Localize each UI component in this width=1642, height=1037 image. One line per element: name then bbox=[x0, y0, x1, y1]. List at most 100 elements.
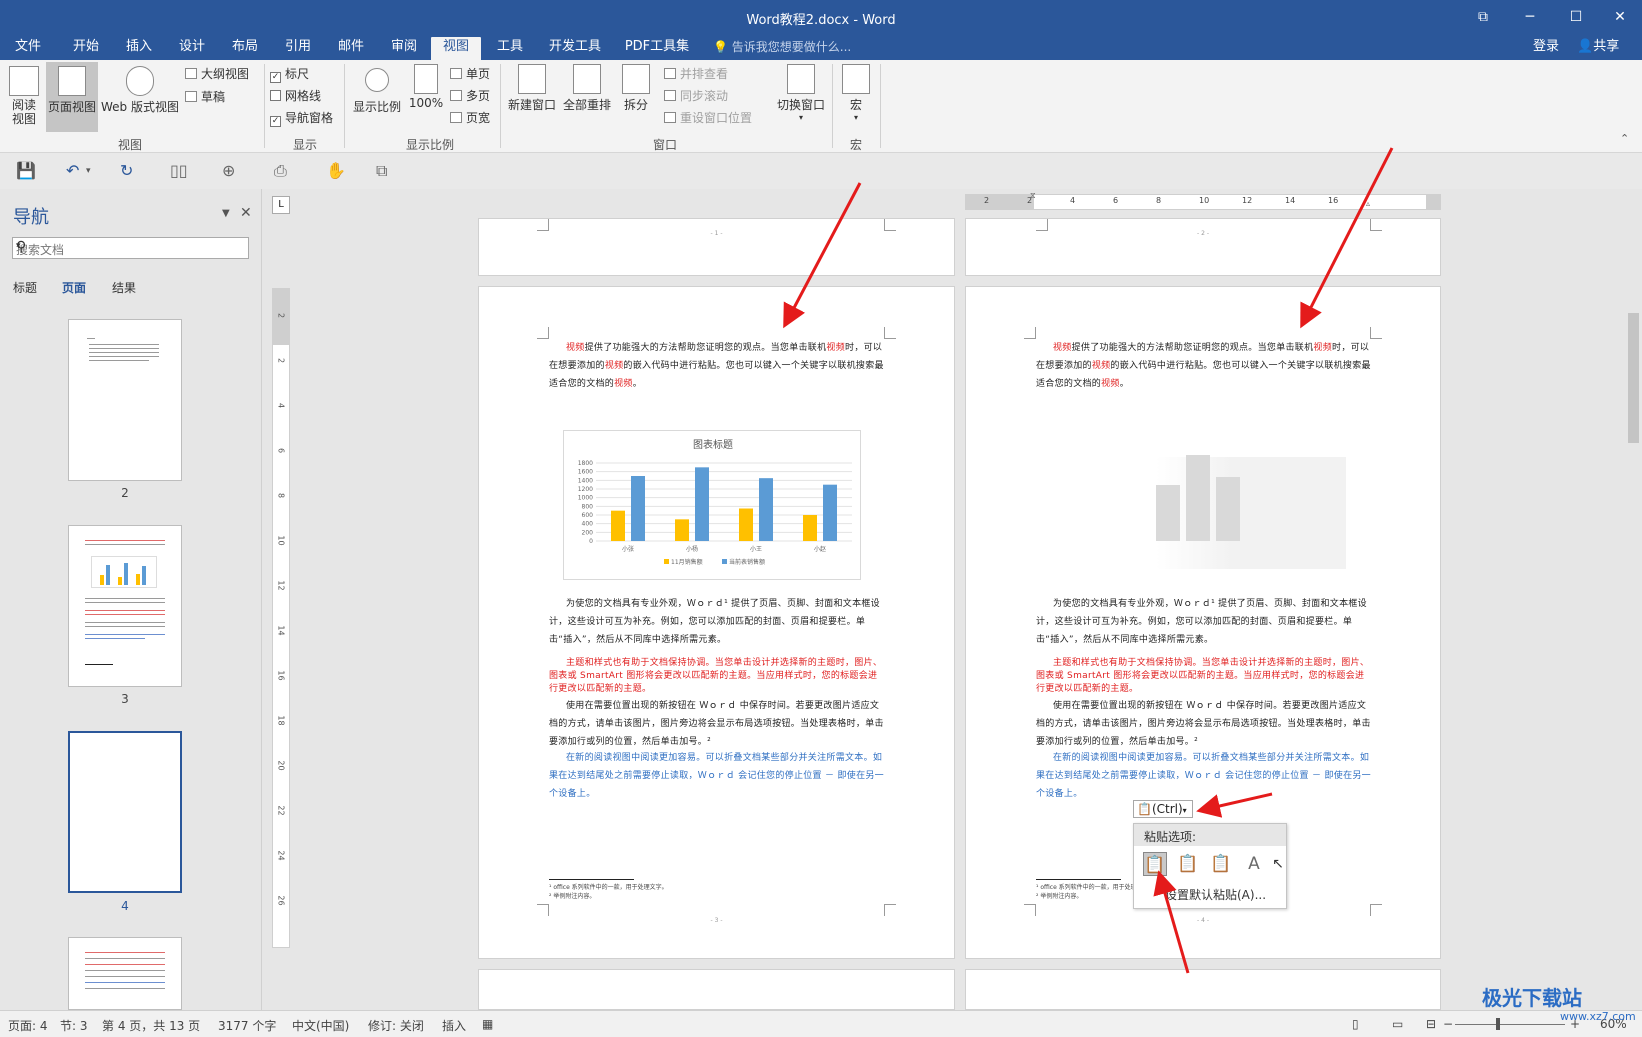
tab-tools[interactable]: 工具 bbox=[490, 37, 530, 60]
page-thumbnail[interactable] bbox=[68, 937, 182, 1010]
tab-layout[interactable]: 布局 bbox=[225, 37, 265, 60]
page-2-bottom[interactable]: - 2 - bbox=[965, 218, 1441, 276]
tab-file[interactable]: 文件 bbox=[8, 37, 48, 60]
print-preview-icon[interactable]: ⎙ bbox=[274, 161, 287, 181]
page-5-top[interactable] bbox=[478, 969, 955, 1010]
paragraph-buttons[interactable]: 使用在需要位置出现的新按钮在 Ｗｏｒｄ 中保存时间。若要更改图片适应文档的方式，… bbox=[1036, 697, 1371, 751]
status-word-count[interactable]: 3177 个字 bbox=[218, 1017, 276, 1034]
paragraph-themes[interactable]: 主题和样式也有助于文档保持协调。当您单击设计并选择新的主题时，图片、图表或 Sm… bbox=[1036, 657, 1371, 696]
tab-pdf-tools[interactable]: PDF工具集 bbox=[620, 37, 694, 60]
tab-home[interactable]: 开始 bbox=[66, 37, 106, 60]
status-insert-mode[interactable]: 插入 bbox=[442, 1017, 466, 1034]
scrollbar-thumb[interactable] bbox=[1628, 313, 1639, 443]
draft-view-button[interactable]: 草稿 bbox=[185, 88, 225, 105]
status-page[interactable]: 页面: 4 bbox=[8, 1017, 48, 1034]
tab-developer[interactable]: 开发工具 bbox=[543, 37, 607, 60]
print-layout-button[interactable]: 页面视图 bbox=[46, 62, 98, 132]
view-side-by-side-button[interactable]: 并排查看 bbox=[664, 65, 728, 82]
paragraph-video[interactable]: 视频提供了功能强大的方法帮助您证明您的观点。当您单击联机视频时，可以在想要添加的… bbox=[549, 339, 884, 393]
web-icon[interactable]: ⊕ bbox=[222, 161, 235, 180]
page-1-bottom[interactable]: - 1 - bbox=[478, 218, 955, 276]
right-indent-marker-icon[interactable]: ▵ bbox=[1366, 199, 1370, 208]
status-track-changes[interactable]: 修订: 关闭 bbox=[368, 1017, 424, 1034]
zoom-slider-thumb[interactable] bbox=[1496, 1018, 1500, 1030]
close-icon[interactable]: ✕ bbox=[240, 205, 252, 221]
paste-text-only-icon[interactable]: A bbox=[1242, 852, 1266, 876]
page-6-top[interactable] bbox=[965, 969, 1441, 1010]
navigation-pane-checkbox[interactable]: ✓ 导航窗格 bbox=[270, 109, 333, 127]
save-icon[interactable]: 💾 bbox=[16, 161, 36, 180]
page-3[interactable]: 视频提供了功能强大的方法帮助您证明您的观点。当您单击联机视频时，可以在想要添加的… bbox=[478, 286, 955, 959]
share-button[interactable]: 👤共享 bbox=[1577, 37, 1619, 57]
page-thumbnail-selected[interactable] bbox=[68, 731, 182, 893]
paragraph-reading[interactable]: 在新的阅读视图中阅读更加容易。可以折叠文档某些部分并关注所需文本。如果在达到结尾… bbox=[1036, 749, 1371, 803]
tab-design[interactable]: 设计 bbox=[172, 37, 212, 60]
web-layout-icon[interactable]: ⊟ bbox=[1426, 1017, 1436, 1031]
paragraph-buttons[interactable]: 使用在需要位置出现的新按钮在 Ｗｏｒｄ 中保存时间。若要更改图片适应文档的方式，… bbox=[549, 697, 884, 751]
vertical-scrollbar[interactable] bbox=[1625, 189, 1642, 1010]
close-button[interactable]: ✕ bbox=[1600, 6, 1640, 28]
tab-references[interactable]: 引用 bbox=[278, 37, 318, 60]
split-button[interactable]: 拆分 bbox=[618, 64, 654, 113]
undo-icon[interactable]: ↶ bbox=[66, 161, 79, 180]
tab-review[interactable]: 审阅 bbox=[384, 37, 424, 60]
read-mode-button[interactable]: 阅读 视图 bbox=[6, 66, 42, 126]
maximize-button[interactable]: ☐ bbox=[1556, 6, 1596, 28]
reset-window-position-button[interactable]: 重设窗口位置 bbox=[664, 109, 752, 126]
ruler-checkbox[interactable]: ✓ 标尺 bbox=[270, 65, 309, 83]
macros-button[interactable]: 宏 ▾ bbox=[838, 64, 874, 122]
outline-view-button[interactable]: 大纲视图 bbox=[185, 65, 249, 82]
paragraph-themes[interactable]: 主题和样式也有助于文档保持协调。当您单击设计并选择新的主题时，图片、图表或 Sm… bbox=[549, 657, 884, 696]
switch-windows-button[interactable]: 切换窗口 ▾ bbox=[773, 64, 829, 122]
minimize-button[interactable]: ─ bbox=[1510, 6, 1550, 28]
tab-mailings[interactable]: 邮件 bbox=[331, 37, 371, 60]
page-thumbnail[interactable] bbox=[68, 319, 182, 481]
paste-keep-source-icon[interactable]: 📋 bbox=[1143, 852, 1167, 876]
paragraph-reading[interactable]: 在新的阅读视图中阅读更加容易。可以折叠文档某些部分并关注所需文本。如果在达到结尾… bbox=[549, 749, 884, 803]
paragraph-appearance[interactable]: 为使您的文档具有专业外观，Ｗｏｒｄ¹ 提供了页眉、页脚、封面和文本框设计，这些设… bbox=[1036, 595, 1371, 649]
new-window-button[interactable]: 新建窗口 bbox=[505, 64, 559, 113]
paste-options-button[interactable]: 📋(Ctrl)▾ bbox=[1133, 800, 1193, 818]
paragraph-video[interactable]: 视频提供了功能强大的方法帮助您证明您的观点。当您单击联机视频时，可以在想要添加的… bbox=[1036, 339, 1371, 393]
redo-icon[interactable]: ↻ bbox=[120, 161, 133, 180]
synchronous-scrolling-button[interactable]: 同步滚动 bbox=[664, 87, 728, 104]
arrange-all-button[interactable]: 全部重排 bbox=[560, 64, 614, 113]
one-page-button[interactable]: 单页 bbox=[450, 65, 490, 82]
collapse-ribbon-icon[interactable]: ⌃ bbox=[1620, 132, 1629, 145]
status-page-of[interactable]: 第 4 页，共 13 页 bbox=[102, 1017, 200, 1034]
paste-picture-icon[interactable]: 📋 bbox=[1209, 852, 1233, 876]
chevron-down-icon[interactable]: ▼ bbox=[222, 208, 230, 219]
touch-mode-icon[interactable]: ✋ bbox=[326, 161, 346, 180]
paste-merge-format-icon[interactable]: 📋 bbox=[1176, 852, 1200, 876]
set-default-paste-link[interactable]: 设置默认粘贴(A)... bbox=[1165, 886, 1266, 903]
tell-me-search[interactable]: 💡 告诉我您想要做什么... bbox=[713, 37, 851, 57]
zoom-slider[interactable] bbox=[1455, 1024, 1565, 1025]
nav-tab-results[interactable]: 结果 bbox=[112, 279, 136, 296]
tab-selector-button[interactable]: L bbox=[272, 196, 290, 214]
tab-insert[interactable]: 插入 bbox=[119, 37, 159, 60]
zoom-100-button[interactable]: 100% bbox=[406, 64, 446, 110]
pasted-chart-image[interactable] bbox=[1156, 455, 1346, 569]
page-thumbnail[interactable] bbox=[68, 525, 182, 687]
multiple-pages-button[interactable]: 多页 bbox=[450, 87, 490, 104]
two-pages-icon[interactable]: ▯▯ bbox=[170, 161, 188, 180]
ribbon-display-options-button[interactable]: ⧉ bbox=[1463, 6, 1503, 28]
nav-tab-pages[interactable]: 页面 bbox=[62, 279, 86, 296]
tab-view[interactable]: 视图 bbox=[431, 37, 481, 60]
read-mode-icon[interactable]: ▯ bbox=[1352, 1017, 1359, 1031]
print-layout-icon[interactable]: ▭ bbox=[1392, 1017, 1403, 1031]
customize-icon[interactable]: ⧉ bbox=[376, 161, 387, 181]
paragraph-appearance[interactable]: 为使您的文档具有专业外观，Ｗｏｒｄ¹ 提供了页眉、页脚、封面和文本框设计，这些设… bbox=[549, 595, 884, 649]
status-section[interactable]: 节: 3 bbox=[60, 1017, 88, 1034]
status-language[interactable]: 中文(中国) bbox=[292, 1017, 349, 1034]
gridlines-checkbox[interactable]: 网格线 bbox=[270, 87, 321, 104]
nav-tab-headings[interactable]: 标题 bbox=[13, 279, 37, 296]
login-link[interactable]: 登录 bbox=[1533, 37, 1559, 57]
zoom-out-icon[interactable]: − bbox=[1443, 1017, 1453, 1031]
page-width-button[interactable]: 页宽 bbox=[450, 109, 490, 126]
web-layout-button[interactable]: Web 版式视图 bbox=[100, 66, 180, 115]
zoom-button[interactable]: 显示比例 bbox=[350, 64, 404, 115]
macro-record-icon[interactable]: ▦ bbox=[482, 1017, 493, 1031]
embedded-chart[interactable]: 图表标题 1800 1600 1400 1200 1000 800 600 400 200 0 小张… bbox=[563, 430, 861, 580]
undo-dropdown-icon[interactable]: ▾ bbox=[86, 166, 91, 176]
